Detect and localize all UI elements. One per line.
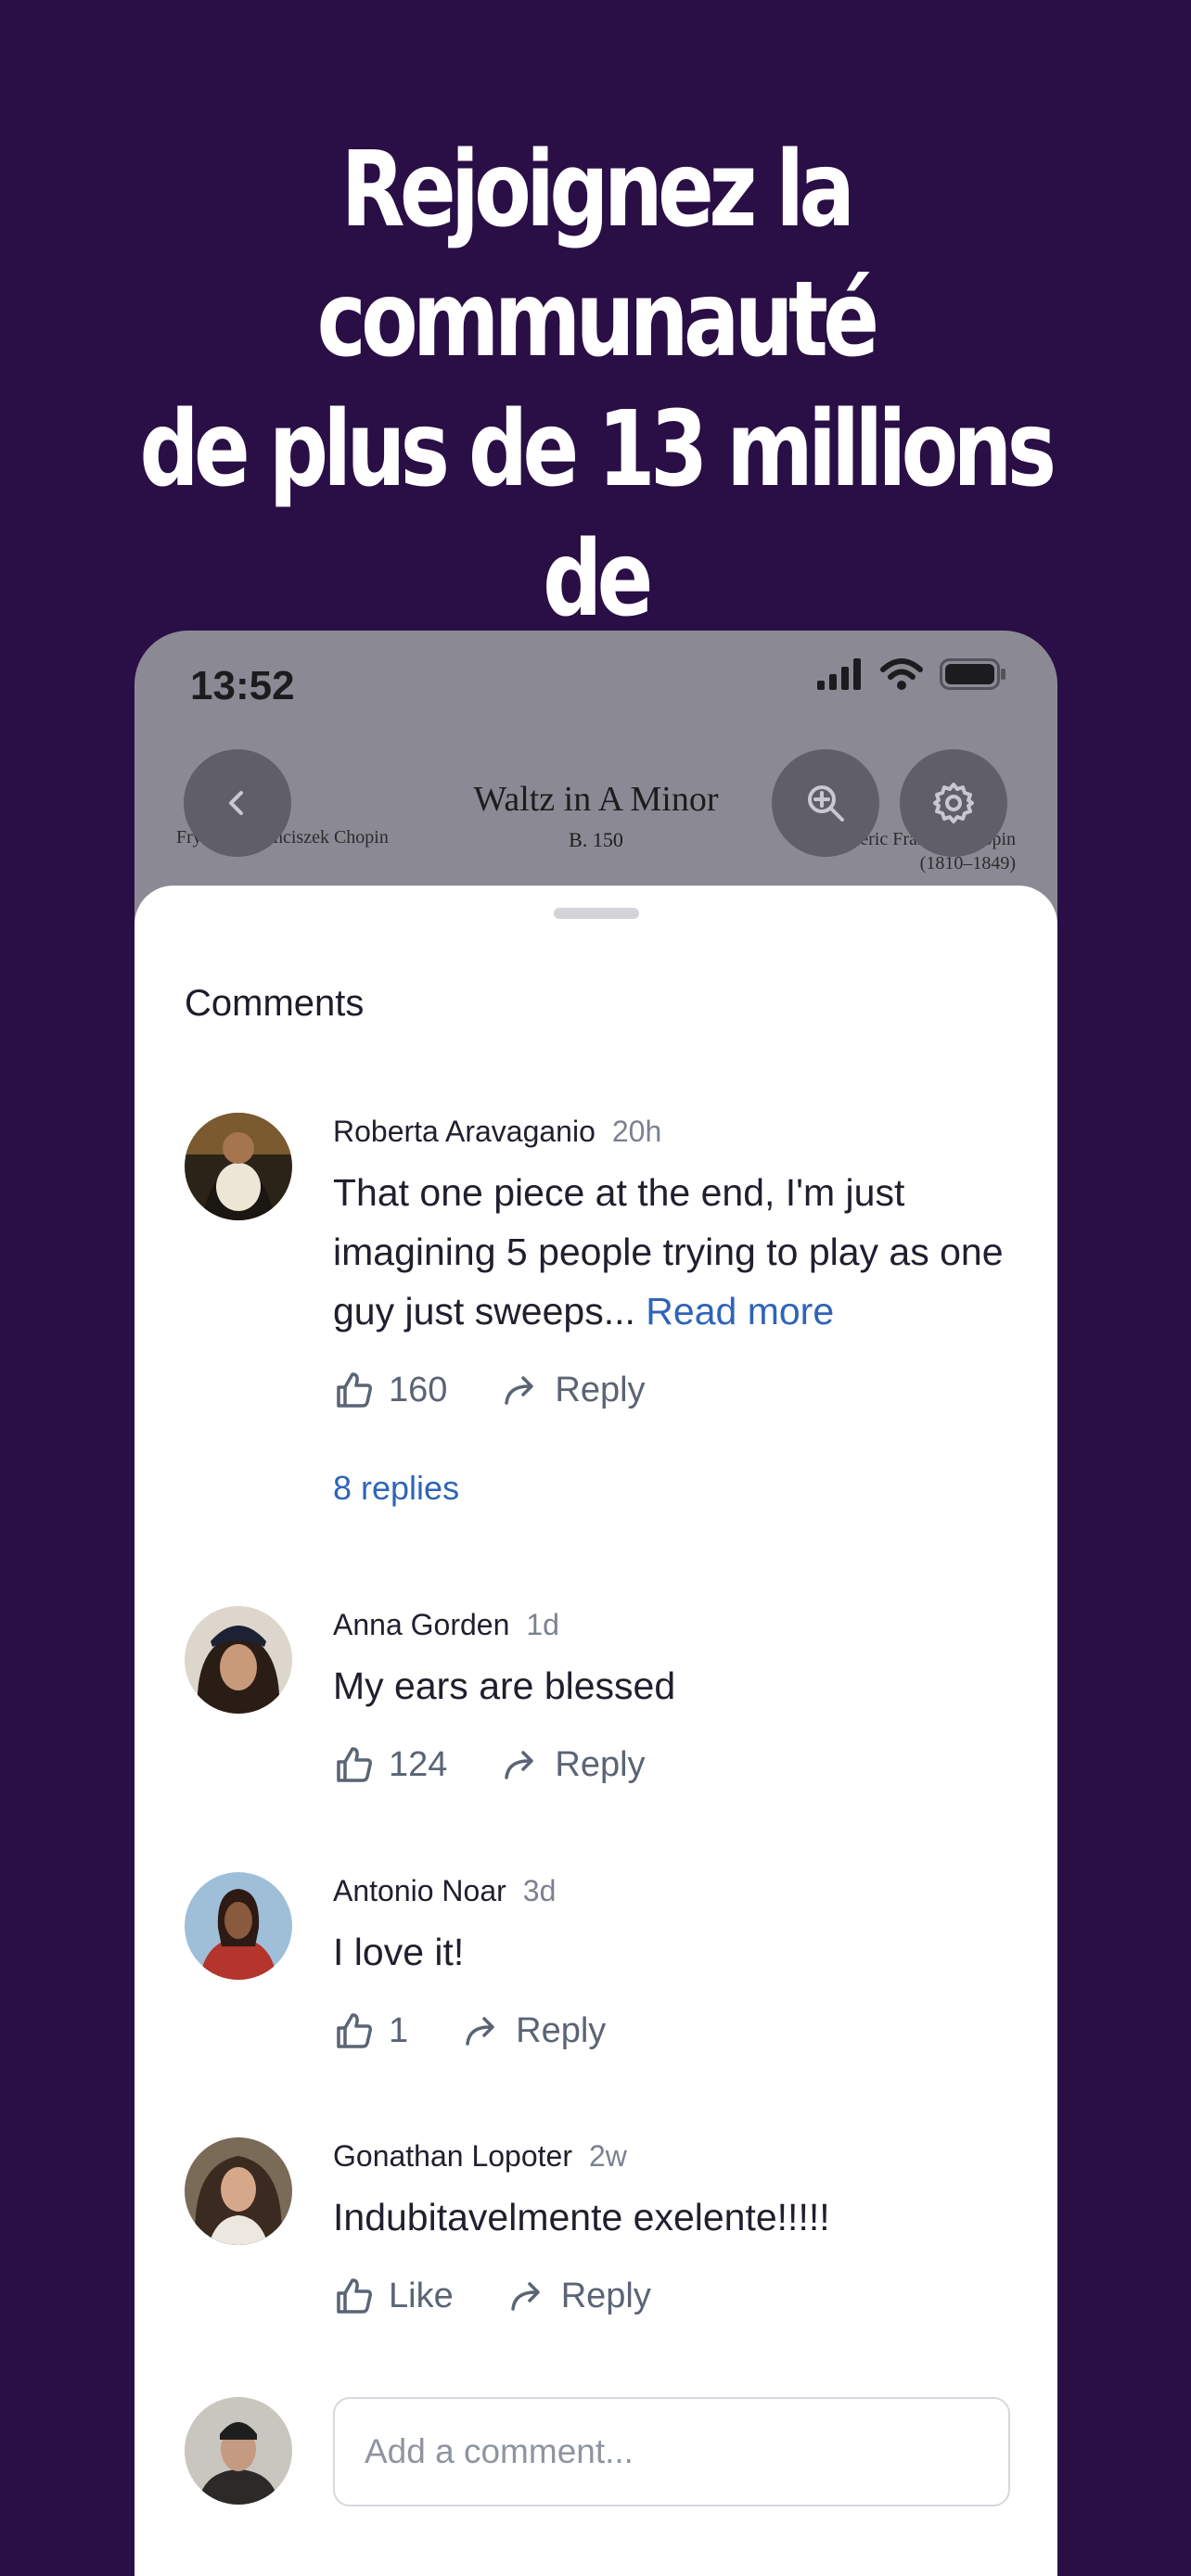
like-count: 1	[389, 2010, 409, 2050]
avatar[interactable]	[185, 1872, 292, 1980]
add-comment-input[interactable]: Add a comment...	[333, 2397, 1010, 2506]
reply-label: Reply	[555, 1370, 646, 1409]
reply-label: Reply	[516, 2010, 607, 2050]
comment-author[interactable]: Anna Gorden	[333, 1608, 509, 1641]
zoom-in-icon	[808, 785, 844, 822]
status-icons	[817, 658, 1006, 690]
zoom-button[interactable]	[772, 749, 879, 857]
thumbs-up-icon	[337, 1747, 372, 1782]
reply-label: Reply	[560, 2276, 651, 2315]
thumbs-up-icon	[337, 2278, 372, 2314]
reply-arrow-icon	[505, 1751, 534, 1779]
wifi-icon	[880, 658, 923, 690]
comment-actions: 160 Reply	[333, 1369, 1019, 1411]
like-button[interactable]: 160	[333, 1369, 447, 1411]
avatar[interactable]	[185, 1113, 292, 1220]
comment-meta: Antonio Noar 3d	[333, 1872, 1019, 1909]
gear-icon	[933, 783, 974, 823]
comment-time: 1d	[526, 1608, 559, 1641]
reply-button[interactable]: Reply	[501, 1370, 646, 1410]
comment-text: I love it!	[333, 1931, 465, 1973]
settings-button[interactable]	[900, 749, 1007, 857]
headline-line-1: Rejoignez la communauté	[316, 130, 879, 380]
like-count: 124	[389, 1744, 448, 1784]
headline-line-2: de plus de 13 millions de	[139, 389, 1057, 640]
like-count: 160	[389, 1370, 448, 1409]
reply-button[interactable]: Reply	[501, 1744, 646, 1785]
back-button[interactable]	[184, 749, 291, 857]
comment-author[interactable]: Gonathan Lopoter	[333, 2139, 572, 2173]
reply-arrow-icon	[510, 2282, 540, 2311]
like-button[interactable]: 124	[333, 1743, 447, 1786]
comment-author[interactable]: Roberta Aravaganio	[333, 1115, 596, 1148]
comments-title: Comments	[185, 983, 365, 1024]
composer-right-years: (1810–1849)	[919, 853, 1016, 874]
view-replies-link[interactable]: 8 replies	[333, 1469, 1019, 1508]
reply-button[interactable]: Reply	[462, 2010, 606, 2051]
like-button[interactable]: Like	[333, 2275, 454, 2317]
comment-time: 3d	[522, 1874, 557, 1907]
signal-icon	[817, 658, 861, 690]
comment-meta: Anna Gorden 1d	[333, 1606, 1019, 1643]
battery-icon	[940, 658, 1005, 690]
sheet-grabber[interactable]	[554, 908, 639, 919]
like-label: Like	[389, 2276, 454, 2315]
reply-label: Reply	[555, 1744, 646, 1784]
back-icon	[229, 791, 243, 815]
reply-arrow-icon	[466, 2017, 494, 2046]
comment-meta: Roberta Aravaganio 20h	[333, 1113, 1019, 1150]
comment-author[interactable]: Antonio Noar	[333, 1874, 506, 1907]
current-user-avatar[interactable]	[185, 2397, 292, 2505]
comment-time: 2w	[588, 2139, 627, 2173]
thumbs-up-icon	[337, 2013, 372, 2048]
comment-meta: Gonathan Lopoter 2w	[333, 2137, 1019, 2174]
comment-text: Indubitavelmente exelente!!!!!	[333, 2196, 830, 2238]
comment-time: 20h	[611, 1115, 662, 1148]
comments-sheet: Comments Roberta Aravaganio 20h That one …	[134, 886, 1057, 2576]
comment-actions: Like Reply	[333, 2275, 1019, 2317]
avatar[interactable]	[185, 2137, 292, 2245]
comment-actions: 124 Reply	[333, 1743, 1019, 1786]
like-button[interactable]: 1	[333, 2009, 408, 2052]
comment-text: My ears are blessed	[333, 1664, 676, 1707]
thumbs-up-icon	[337, 1372, 372, 1408]
read-more-link[interactable]: Read more	[646, 1290, 834, 1333]
status-time: 13:52	[190, 663, 295, 708]
reply-button[interactable]: Reply	[507, 2276, 651, 2316]
comment-text: That one piece at the end, I'm just imag…	[333, 1163, 1019, 1341]
avatar[interactable]	[185, 1606, 292, 1714]
comment-actions: 1 Reply	[333, 2009, 1019, 2052]
reply-arrow-icon	[505, 1376, 534, 1405]
